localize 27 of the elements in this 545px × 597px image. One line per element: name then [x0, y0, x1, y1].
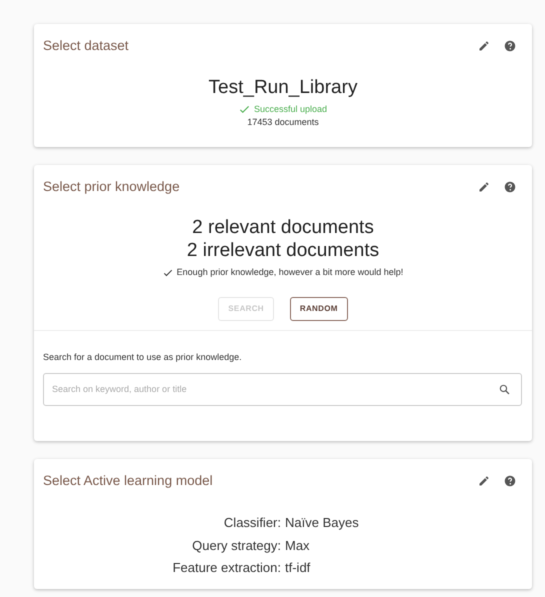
setting-label: Query strategy: — [191, 536, 281, 555]
edit-icon[interactable] — [478, 181, 490, 194]
check-icon — [238, 104, 250, 115]
document-count: 17453 documents — [247, 116, 319, 130]
search-icon[interactable] — [499, 384, 510, 395]
dataset-name: Test_Run_Library — [208, 76, 358, 100]
setting-value: tf-idf — [285, 559, 312, 578]
document-summary: 2 relevant documents — [192, 217, 374, 240]
setting-label: Feature extraction: — [172, 559, 281, 578]
help-icon[interactable] — [504, 475, 516, 488]
help-icon[interactable] — [504, 40, 516, 52]
card-title: Select dataset — [43, 37, 129, 55]
edit-icon[interactable] — [478, 40, 490, 52]
edit-icon[interactable] — [478, 475, 490, 488]
setting-value: Max — [285, 536, 311, 555]
check-icon — [162, 268, 173, 278]
setting-label: Classifier: — [222, 514, 281, 532]
help-icon[interactable] — [504, 181, 516, 194]
knowledge-status: Enough prior knowledge, however a bit more would help! — [176, 266, 404, 279]
search-field[interactable]: Search on keyword, author or title — [43, 372, 522, 406]
card-title: Select Active learning model — [43, 472, 213, 490]
random-button[interactable]: RANDOM — [290, 297, 348, 322]
upload-status: Successful upload — [254, 102, 328, 116]
card-title: Select prior knowledge — [43, 178, 180, 196]
document-summary: 2 irrelevant documents — [186, 240, 380, 263]
search-hint: Search for a document to use as prior knowledge. — [43, 351, 243, 364]
setting-value: Naïve Bayes — [285, 514, 360, 532]
